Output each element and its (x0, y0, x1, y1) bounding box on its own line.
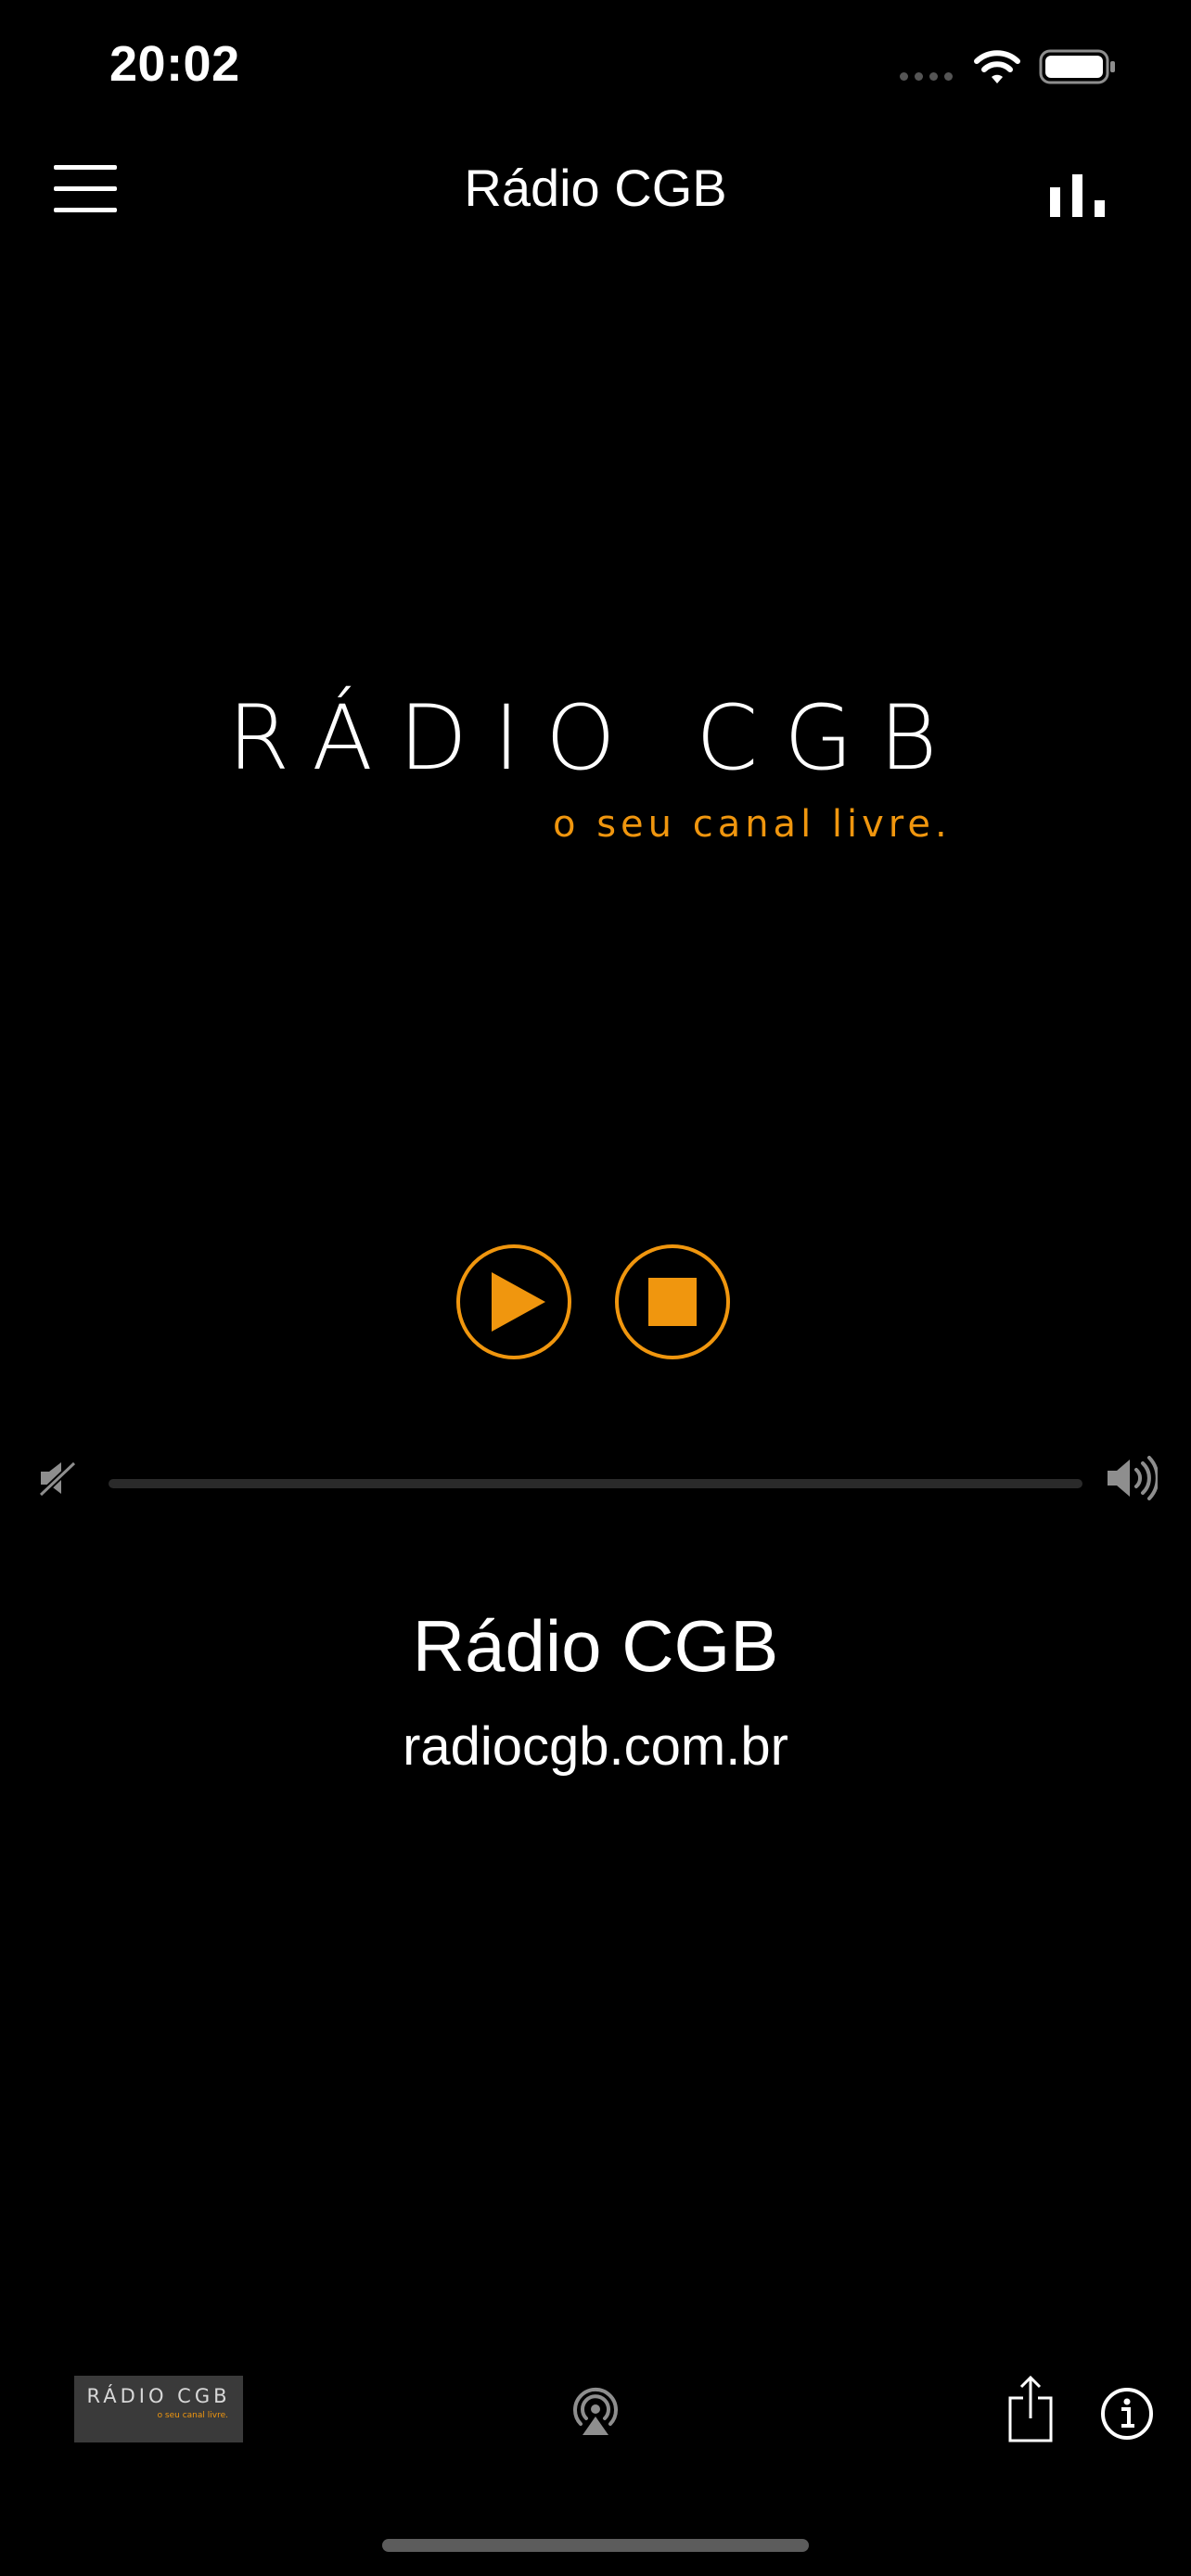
station-thumbnail[interactable]: RÁDIO CGB o seu canal livre. (74, 2376, 243, 2442)
home-indicator (382, 2539, 809, 2552)
nav-title: Rádio CGB (464, 159, 727, 217)
logo-tagline: o seu canal livre. (553, 803, 952, 846)
thumbnail-title: RÁDIO CGB (86, 2385, 231, 2407)
stop-icon (648, 1278, 697, 1326)
status-time: 20:02 (109, 36, 240, 92)
battery-icon (1039, 49, 1115, 84)
volume-mute-icon (38, 1460, 77, 1498)
play-button[interactable] (456, 1244, 571, 1359)
volume-up-icon (1108, 1456, 1158, 1500)
stop-button[interactable] (615, 1244, 730, 1359)
station-url[interactable]: radiocgb.com.br (0, 1715, 1191, 1778)
station-name: Rádio CGB (412, 1605, 779, 1687)
volume-slider[interactable] (109, 1479, 1082, 1488)
play-icon (492, 1272, 545, 1332)
info-icon[interactable] (1100, 2387, 1154, 2441)
bar-chart-icon[interactable] (1048, 172, 1108, 219)
signal-icon (900, 72, 953, 81)
station-logo: RÁDIO CGB (227, 686, 964, 790)
wifi-icon (974, 50, 1020, 83)
share-icon[interactable] (1006, 2374, 1055, 2444)
thumbnail-tagline: o seu canal livre. (157, 2411, 228, 2420)
airplay-icon[interactable] (566, 2379, 625, 2439)
